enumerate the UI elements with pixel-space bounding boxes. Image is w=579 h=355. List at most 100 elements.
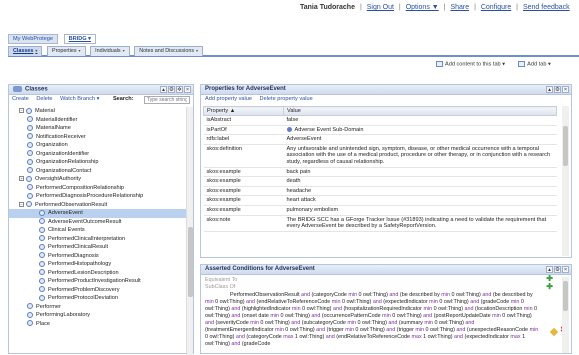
tab-my-webprotege[interactable]: My WebProtege — [8, 34, 59, 44]
tree-row[interactable]: OrganizationRelationship — [9, 158, 187, 167]
tree-row[interactable]: AdverseEventOutcomeResult — [9, 218, 187, 227]
add-tab-button[interactable]: Add tab ▾ — [527, 61, 551, 67]
collapse-icon[interactable]: ▴ — [546, 266, 553, 273]
tree-row[interactable]: Organization — [9, 141, 187, 150]
tab-bridg[interactable]: BRIDG ▾ — [63, 34, 96, 44]
collapse-icon[interactable]: ▴ — [546, 86, 553, 93]
asserted-content: Equivalent To SubClass Of PerformedObser… — [201, 275, 571, 350]
property-row[interactable]: skos:example back pain — [203, 167, 557, 178]
tree-row[interactable]: + OversightAuthority — [9, 175, 187, 184]
tree-row[interactable]: PerformedProtocolDeviation — [9, 294, 187, 303]
options-link[interactable]: Options ▼ — [406, 4, 439, 11]
class-icon — [39, 218, 45, 225]
tree-row[interactable]: Place — [9, 320, 187, 329]
class-icon — [39, 226, 45, 233]
search-input[interactable] — [144, 96, 190, 104]
asserted-scrollbar[interactable] — [562, 277, 569, 353]
property-row[interactable]: skos:example pulmonary embolism — [203, 205, 557, 216]
delete-button[interactable]: Delete — [36, 96, 52, 102]
tab-notes-label: Notes and Discussions — [139, 48, 195, 54]
tree-row[interactable]: PerformedClinicalInterpretation — [9, 235, 187, 244]
tree-row[interactable]: PerformingLaboratory — [9, 311, 187, 320]
tree-row[interactable]: Performer — [9, 303, 187, 312]
properties-panel-header: Properties for AdverseEvent ▴ ⚙ × — [201, 85, 571, 95]
gear-icon[interactable]: ✲ — [176, 86, 183, 93]
tree-row[interactable]: PerformedProductInvestigationResult — [9, 277, 187, 286]
share-link[interactable]: Share — [450, 4, 469, 11]
tab-properties-label: Properties — [51, 48, 77, 54]
add-content-button[interactable]: Add content to this tab ▾ — [445, 61, 505, 67]
scroll-thumb[interactable] — [563, 281, 568, 311]
tree-row[interactable]: OrganizationIdentifier — [9, 150, 187, 159]
class-tree-scrollbar[interactable] — [186, 107, 193, 355]
send-feedback-link[interactable]: Send feedback — [523, 4, 570, 11]
property-value: Any unfavorable and unintended sign, sym… — [283, 144, 557, 168]
close-icon[interactable]: × — [562, 86, 569, 93]
tree-row-label: OrganizationalContact — [36, 167, 92, 174]
sign-out-link[interactable]: Sign Out — [367, 4, 394, 11]
col-property-header[interactable]: Property ▲ — [203, 106, 284, 116]
tree-row[interactable]: PerformedDiagnosis — [9, 252, 187, 261]
tree-row[interactable]: − Material — [9, 107, 187, 116]
property-row[interactable]: skos:definition Any unfavorable and unint… — [203, 144, 557, 168]
collapse-node-icon[interactable]: − — [19, 108, 24, 114]
add-subclass-icon[interactable]: ✚ — [546, 283, 553, 291]
tree-row[interactable]: PerformedClinicalResult — [9, 243, 187, 252]
expand-node-icon[interactable]: + — [19, 176, 24, 182]
class-icon — [26, 175, 32, 182]
close-icon[interactable]: × — [562, 266, 569, 273]
settings-icon[interactable]: ⚙ — [168, 86, 175, 93]
tree-row[interactable]: Clinical Events — [9, 226, 187, 235]
tree-row[interactable]: PerformedDiagnosisProcedureRelationship — [9, 192, 187, 201]
tree-row[interactable]: − PerformedObservationResult — [9, 201, 187, 210]
property-row[interactable]: isPartOf Adverse Event Sub-Domain — [203, 125, 557, 136]
configure-link[interactable]: Configure — [481, 4, 511, 11]
tree-row[interactable]: MaterialIdentifier — [9, 116, 187, 125]
col-value-header[interactable]: Value — [283, 106, 557, 116]
edit-icon[interactable] — [549, 327, 559, 337]
collapse-node-icon[interactable]: − — [19, 201, 24, 207]
classes-panel: Classes ▴ ⚙ ✲ × Create Delete Watch Branch … — [8, 84, 194, 355]
tab-individuals[interactable]: Individuals ▾ — [90, 46, 130, 56]
property-row[interactable]: skos:note The BRIDG SCC has a GForge Trac… — [203, 215, 557, 232]
tree-row[interactable]: PerformedProblemDiscovery — [9, 286, 187, 295]
create-button[interactable]: Create — [12, 96, 29, 102]
tree-row[interactable]: MaterialName — [9, 124, 187, 133]
tree-row-label: AdverseEventOutcomeResult — [48, 218, 122, 225]
scroll-thumb[interactable] — [188, 227, 193, 297]
class-icon — [26, 201, 32, 208]
class-icon — [26, 107, 32, 114]
tree-row-label: PerformedObservationResult — [35, 201, 108, 208]
class-icon — [27, 311, 33, 318]
tree-row[interactable]: AdverseEvent — [9, 209, 187, 218]
tree-row-label: Clinical Events — [48, 227, 85, 233]
properties-scrollbar[interactable] — [562, 106, 569, 256]
tree-row[interactable]: NotificationReceiver — [9, 133, 187, 142]
tree-row[interactable]: OrganizationalContact — [9, 167, 187, 176]
property-row[interactable]: rdfs:label AdverseEvent — [203, 134, 557, 145]
property-row[interactable]: skos:example death — [203, 176, 557, 187]
class-icon — [27, 124, 33, 131]
property-row[interactable]: skos:example heart attack — [203, 195, 557, 206]
scroll-thumb[interactable] — [563, 126, 568, 166]
collapse-icon[interactable]: ▴ — [160, 86, 167, 93]
property-row[interactable]: isAbstract false — [203, 115, 557, 126]
close-icon[interactable]: × — [184, 86, 191, 93]
tree-row[interactable]: PerformedLesionDescription — [9, 269, 187, 278]
tab-notes[interactable]: Notes and Discussions ▾ — [134, 46, 204, 56]
tree-row[interactable]: PerformedHistopathology — [9, 260, 187, 269]
add-property-value-button[interactable]: Add property value — [205, 96, 252, 102]
tab-properties[interactable]: Properties ▾ — [46, 46, 86, 56]
watch-branch-button[interactable]: Watch Branch ▾ — [60, 96, 99, 102]
tree-row[interactable]: PerformedCompositionRelationship — [9, 184, 187, 193]
delete-property-value-button[interactable]: Delete property value — [260, 96, 313, 102]
subclass-axiom[interactable]: PerformedObservationResult and (category… — [205, 292, 541, 348]
tree-row-label: PerformedProductInvestigationResult — [48, 278, 141, 284]
tree-row-label: MaterialName — [36, 125, 71, 131]
tree-row-label: OrganizationIdentifier — [36, 150, 90, 157]
property-row[interactable]: skos:example headache — [203, 186, 557, 197]
gear-icon[interactable]: ⚙ — [554, 86, 561, 93]
tab-classes[interactable]: Classes ▾ — [8, 46, 43, 56]
add-equivalent-icon[interactable]: ✚ — [546, 275, 553, 283]
gear-icon[interactable]: ⚙ — [554, 266, 561, 273]
